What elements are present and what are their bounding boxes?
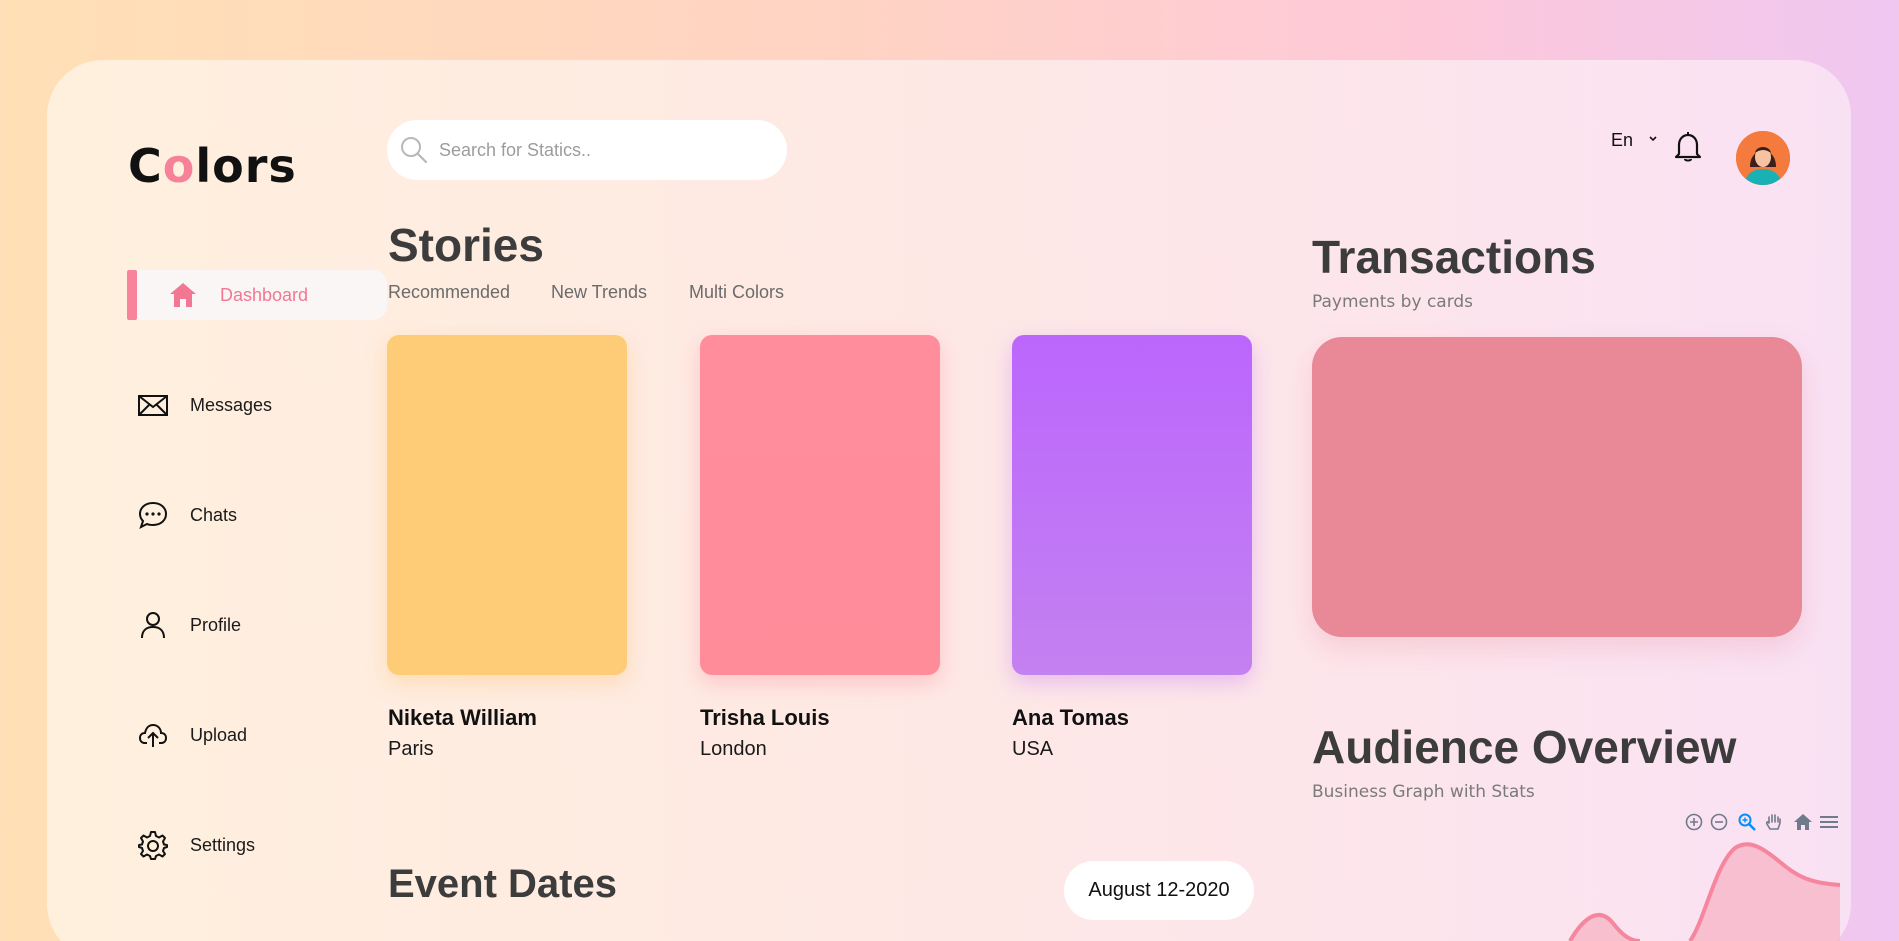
envelope-icon [138,395,168,416]
home-icon [170,283,196,307]
story-place: Paris [388,738,434,760]
story-name: Niketa William [388,705,537,730]
sidebar-item-chats[interactable]: Chats [127,490,387,540]
sidebar-item-upload[interactable]: Upload [127,710,387,760]
sidebar-item-settings[interactable]: Settings [127,820,387,870]
story-name: Ana Tomas [1012,705,1129,730]
audience-title: Audience Overview [1312,721,1737,773]
sidebar-item-label: Settings [190,834,256,855]
sidebar-item-label: Upload [190,724,248,745]
story-card[interactable] [700,335,940,675]
cloud-upload-icon [138,723,168,747]
magnifier-icon[interactable] [1737,812,1757,832]
sidebar-item-label: Dashboard [220,284,309,305]
chevron-down-icon[interactable] [1648,134,1658,144]
tab-multi-colors[interactable]: Multi Colors [689,282,784,303]
user-avatar-icon [1736,131,1790,185]
language-selector[interactable]: En [1611,130,1633,151]
stories-title: Stories [388,219,544,271]
sidebar-item-label: Messages [190,394,273,415]
app-logo: Colors [128,139,297,193]
bell-icon[interactable] [1673,130,1703,162]
menu-icon[interactable] [1819,812,1839,832]
avatar[interactable] [1736,131,1790,185]
transactions-title: Transactions [1312,231,1596,283]
audience-area-chart [1568,842,1840,941]
gear-icon [138,831,168,860]
transactions-subtitle: Payments by cards [1312,292,1474,312]
zoom-in-icon[interactable] [1684,812,1704,832]
zoom-out-icon[interactable] [1709,812,1729,832]
sidebar-item-label: Chats [190,504,238,525]
story-place: USA [1012,738,1054,760]
audience-subtitle: Business Graph with Stats [1312,782,1535,802]
events-title: Event Dates [388,862,617,906]
story-place: London [700,738,767,760]
sidebar-item-profile[interactable]: Profile [127,600,387,650]
chat-bubble-icon [138,501,168,529]
event-date-button[interactable]: August 12-2020 [1064,861,1254,920]
user-icon [141,612,165,639]
tab-new-trends[interactable]: New Trends [551,282,647,303]
search-input[interactable] [439,120,769,180]
pan-hand-icon[interactable] [1764,812,1784,832]
search-icon [401,137,428,164]
tab-recommended[interactable]: Recommended [388,282,510,303]
story-card[interactable] [387,335,627,675]
sidebar-item-dashboard[interactable]: Dashboard [127,270,387,320]
sidebar-item-label: Profile [190,614,242,635]
story-name: Trisha Louis [700,705,830,730]
story-card[interactable] [1012,335,1252,675]
sidebar-item-messages[interactable]: Messages [127,380,387,430]
reset-home-icon[interactable] [1793,812,1813,832]
payment-card[interactable] [1312,337,1802,637]
search-bar[interactable] [387,120,787,180]
